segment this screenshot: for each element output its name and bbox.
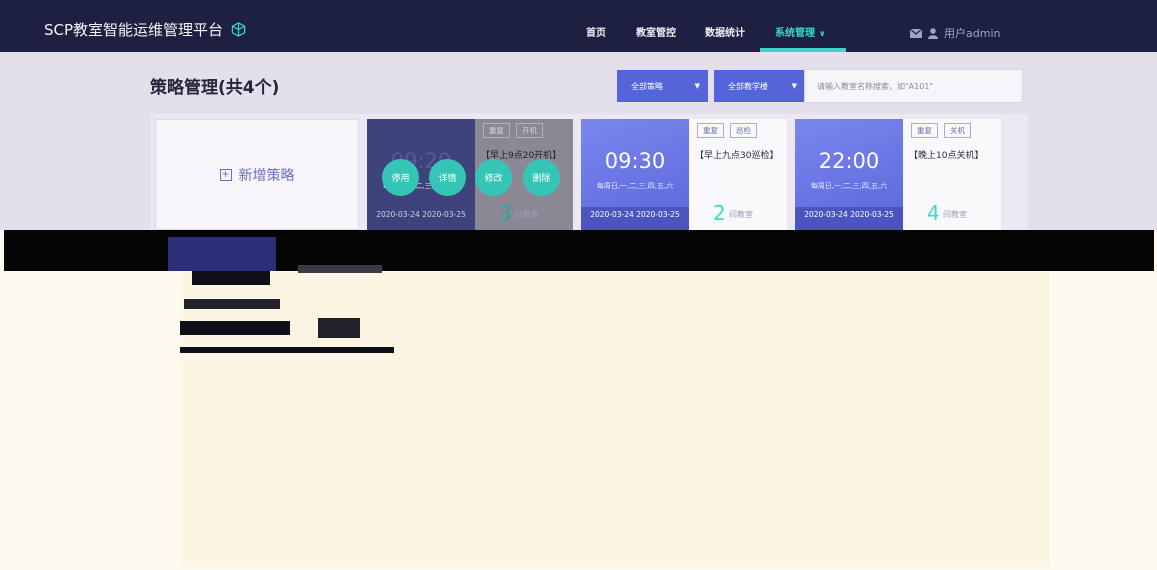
plus-icon: + <box>219 168 232 181</box>
classroom-count: 4 <box>927 201 940 225</box>
strategy-tags: 重复 关机 <box>911 123 971 138</box>
tag-type: 开机 <box>516 123 543 138</box>
tag-type: 关机 <box>944 123 971 138</box>
disable-button[interactable]: 停用 <box>382 159 419 196</box>
classroom-count-unit: 间教室 <box>729 210 753 219</box>
app-title: SCP教室智能运维管理平台 <box>44 21 224 39</box>
nav-statistics[interactable]: 数据统计 <box>705 24 745 39</box>
mail-icon[interactable] <box>910 28 922 38</box>
classroom-count-unit: 间教室 <box>943 210 967 219</box>
strategy-tags: 重复 开机 <box>483 123 543 138</box>
strategy-filter-value: 全部策略 <box>631 81 663 91</box>
render-artifact <box>192 271 270 285</box>
render-artifact <box>318 318 360 338</box>
classroom-count: 3 <box>499 201 512 225</box>
strategy-time: 22:00 <box>818 149 880 173</box>
nav-classroom-control[interactable]: 教室管控 <box>636 24 676 39</box>
tag-type: 巡检 <box>730 123 757 138</box>
user-area[interactable]: 用户admin <box>910 25 1000 41</box>
dropdown-arrow-icon: ▼ <box>791 82 797 90</box>
strategy-tags: 重复 巡检 <box>697 123 757 138</box>
nav-home[interactable]: 首页 <box>586 24 606 39</box>
strategy-time: 09:30 <box>604 149 666 173</box>
render-artifact <box>184 299 280 309</box>
nav-system-management[interactable]: 系统管理 ∨ <box>775 24 826 39</box>
classroom-count: 2 <box>713 201 726 225</box>
building-filter-value: 全部教学楼 <box>728 81 768 91</box>
strategy-card[interactable]: 22:00 每周日,一,二,三,四,五,六 2020-03-24 2020-03… <box>795 119 1001 230</box>
strategy-days: 每周日,一,二,三,四,五,六 <box>810 182 888 190</box>
strategy-days: 每周日,一,二,三,四,五,六 <box>596 182 674 190</box>
strategy-name: 【早上九点30巡检】 <box>695 151 779 161</box>
details-button[interactable]: 详情 <box>429 159 466 196</box>
tag-repeat: 重复 <box>911 123 938 138</box>
strategy-date-range: 2020-03-24 2020-03-25 <box>795 207 903 230</box>
brand[interactable]: SCP教室智能运维管理平台 <box>44 19 246 40</box>
strategy-date-range: 2020-03-24 2020-03-25 <box>367 207 475 230</box>
building-filter-select[interactable]: 全部教学楼 ▼ <box>714 70 805 102</box>
strategy-filter-select[interactable]: 全部策略 ▼ <box>617 70 708 102</box>
nav-system-management-label: 系统管理 <box>775 28 815 39</box>
edit-button[interactable]: 修改 <box>475 159 512 196</box>
search-input[interactable]: 请输入教室名称搜索，如"A101" <box>804 69 1023 103</box>
render-artifact <box>298 265 382 273</box>
lower-panel <box>180 272 1050 567</box>
strategy-card-time-panel: 22:00 每周日,一,二,三,四,五,六 2020-03-24 2020-03… <box>795 119 903 230</box>
render-artifact <box>180 321 290 335</box>
username: 用户admin <box>944 27 1001 40</box>
delete-button[interactable]: 删除 <box>523 159 560 196</box>
top-navbar: SCP教室智能运维管理平台 首页 教室管控 数据统计 系统管理 ∨ 用户admin <box>0 0 1157 52</box>
strategy-card[interactable]: 09:30 每周日,一,二,三,四,五,六 2020-03-24 2020-03… <box>581 119 787 230</box>
add-strategy-label: 新增策略 <box>238 167 295 184</box>
classroom-count-unit: 间教室 <box>515 210 539 219</box>
tag-repeat: 重复 <box>483 123 510 138</box>
cube-icon <box>231 22 246 37</box>
user-icon <box>928 27 938 39</box>
overlay-band-block <box>168 237 276 271</box>
strategy-name: 【晚上10点关机】 <box>909 151 984 161</box>
tag-repeat: 重复 <box>697 123 724 138</box>
page-title: 策略管理(共4个) <box>150 78 280 98</box>
render-artifact <box>180 347 394 353</box>
strategy-date-range: 2020-03-24 2020-03-25 <box>581 207 689 230</box>
add-strategy-card[interactable]: + 新增策略 <box>155 119 359 230</box>
strategy-card-time-panel: 09:30 每周日,一,二,三,四,五,六 2020-03-24 2020-03… <box>581 119 689 230</box>
dropdown-arrow-icon: ▼ <box>694 82 700 90</box>
chevron-down-icon: ∨ <box>819 29 826 38</box>
